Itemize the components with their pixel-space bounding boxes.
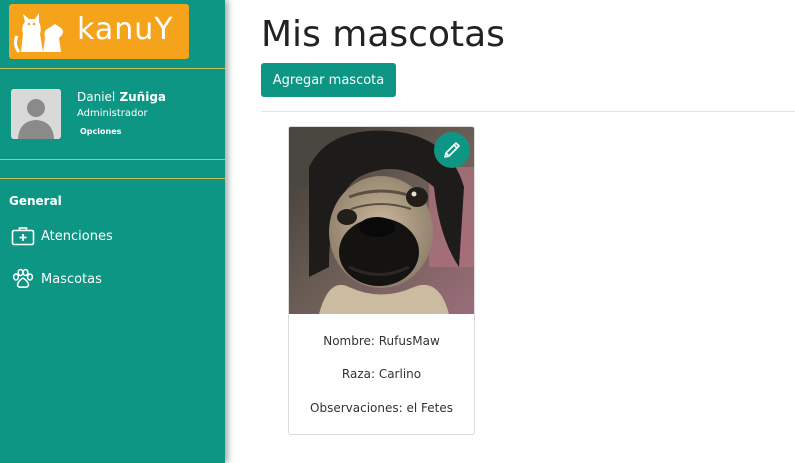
user-name: Daniel Zuñiga xyxy=(77,90,166,104)
cat-dog-logo-icon xyxy=(13,13,63,53)
pet-breed: Raza: Carlino xyxy=(341,367,422,381)
avatar xyxy=(11,89,61,139)
user-options-link[interactable]: Opciones xyxy=(80,127,121,136)
brand-logo[interactable]: kanuY xyxy=(9,4,189,59)
user-last-name: Zuñiga xyxy=(119,90,167,104)
sidebar-item-label: Atenciones xyxy=(41,228,113,244)
pet-card: Nombre: RufusMaw Raza: Carlino Observaci… xyxy=(288,126,475,435)
divider xyxy=(0,159,225,160)
divider xyxy=(0,68,225,69)
sidebar-item-atenciones[interactable]: Atenciones xyxy=(10,223,113,249)
user-role: Administrador xyxy=(77,108,148,119)
sidebar-item-label: Mascotas xyxy=(41,271,102,287)
page-title: Mis mascotas xyxy=(261,14,505,55)
user-avatar-icon xyxy=(11,89,61,139)
logo-text: kanuY xyxy=(77,12,174,47)
add-pet-button[interactable]: Agregar mascota xyxy=(261,63,396,97)
pet-name: Nombre: RufusMaw xyxy=(323,334,440,348)
pencil-icon xyxy=(444,142,460,158)
sidebar: kanuY Daniel Zuñiga Administrador Opcion… xyxy=(0,0,225,463)
sidebar-item-mascotas[interactable]: Mascotas xyxy=(10,266,102,292)
medical-kit-icon xyxy=(10,224,36,248)
paw-icon xyxy=(10,267,36,291)
divider xyxy=(0,178,225,179)
divider xyxy=(261,111,795,112)
user-first-name: Daniel xyxy=(77,90,116,104)
edit-pet-button[interactable] xyxy=(434,132,470,168)
nav-section-title: General xyxy=(9,194,62,208)
pet-notes: Observaciones: el Fetes xyxy=(310,401,453,415)
